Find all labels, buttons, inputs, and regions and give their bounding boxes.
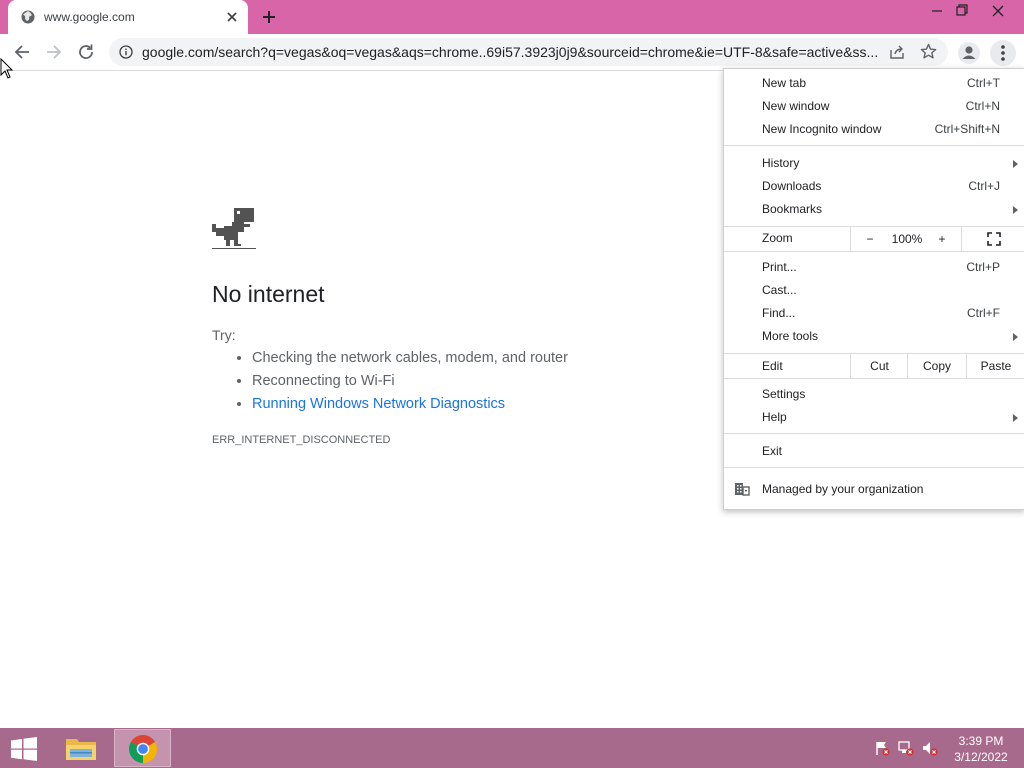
list-item: Running Windows Network Diagnostics [252,393,568,416]
address-bar[interactable]: google.com/search?q=vegas&oq=vegas&aqs=c… [109,38,948,66]
forward-arrow-icon[interactable] [44,42,64,62]
menu-item-new-tab[interactable]: New tab Ctrl+T [724,72,1024,95]
menu-item-find[interactable]: Find... Ctrl+F [724,302,1024,325]
menu-item-label: New Incognito window [762,122,882,136]
zoom-level: 100% [891,232,923,246]
action-center-flag-icon[interactable] [874,740,890,756]
zoom-row: Zoom − 100% + [724,226,1024,252]
info-icon[interactable] [119,45,133,59]
volume-muted-icon[interactable] [922,740,938,756]
copy-button[interactable]: Copy [907,354,966,378]
menu-item-shortcut: Ctrl+T [967,76,1000,90]
menu-item-label: Cast... [762,283,797,297]
menu-item-label: Downloads [762,179,822,193]
menu-item-help[interactable]: Help [724,406,1024,429]
menu-item-cast[interactable]: Cast... [724,279,1024,302]
new-tab-plus-icon[interactable] [260,8,278,26]
windows-start-icon[interactable] [10,737,38,761]
title-bar: www.google.com [0,0,1024,34]
fullscreen-button[interactable] [961,227,1024,251]
toolbar: google.com/search?q=vegas&oq=vegas&aqs=c… [0,34,1024,71]
submenu-arrow-icon [1013,206,1018,214]
cut-button[interactable]: Cut [850,354,908,378]
clock-date: 3/12/2022 [954,750,1008,764]
profile-avatar-icon[interactable] [957,41,981,65]
menu-item-shortcut: Ctrl+N [965,99,1000,113]
menu-item-new-window[interactable]: New window Ctrl+N [724,95,1024,118]
diagnostics-link[interactable]: Running Windows Network Diagnostics [252,396,505,412]
menu-item-shortcut: Ctrl+P [966,260,1000,274]
menu-item-managed-by-organization[interactable]: Managed by your organization [724,478,1024,501]
zoom-out-button[interactable]: − [850,227,889,251]
menu-item-label: New window [762,99,830,113]
taskbar: 3:39 PM 3/12/2022 [0,728,1024,768]
menu-item-label: Settings [762,387,806,401]
tab-title: www.google.com [44,10,135,24]
submenu-arrow-icon [1013,333,1018,341]
restore-icon[interactable] [945,0,979,22]
network-disconnected-icon[interactable] [898,740,914,756]
dinosaur-icon [212,208,256,249]
building-icon [735,483,750,496]
error-code: ERR_INTERNET_DISCONNECTED [212,434,391,446]
browser-tab[interactable]: www.google.com [8,0,248,34]
back-arrow-icon[interactable] [12,42,32,62]
edit-row: Edit Cut Copy Paste [724,353,1024,379]
system-clock[interactable]: 3:39 PM 3/12/2022 [950,733,1012,765]
menu-item-exit[interactable]: Exit [724,440,1024,463]
menu-divider [724,433,1024,434]
menu-item-shortcut: Ctrl+Shift+N [934,122,1000,136]
menu-item-downloads[interactable]: Downloads Ctrl+J [724,175,1024,198]
chrome-main-menu: New tab Ctrl+T New window Ctrl+N New Inc… [723,68,1024,510]
menu-item-bookmarks[interactable]: Bookmarks [724,198,1024,221]
zoom-label: Zoom [762,231,793,245]
menu-item-label: Exit [762,444,783,458]
fullscreen-icon [987,232,1001,246]
menu-item-print[interactable]: Print... Ctrl+P [724,256,1024,279]
menu-item-history[interactable]: History [724,152,1024,175]
menu-item-label: New tab [762,76,807,90]
menu-item-shortcut: Ctrl+J [968,179,1000,193]
submenu-arrow-icon [1013,160,1018,168]
menu-item-label: Print... [762,260,797,274]
menu-divider [724,145,1024,146]
menu-item-settings[interactable]: Settings [724,383,1024,406]
zoom-in-button[interactable]: + [926,227,958,251]
menu-item-label: History [762,156,800,170]
close-window-icon[interactable] [981,0,1015,22]
menu-divider [724,467,1024,468]
paste-button[interactable]: Paste [966,354,1024,378]
menu-item-shortcut: Ctrl+F [967,306,1000,320]
menu-item-label: More tools [762,329,819,343]
close-tab-icon[interactable] [224,9,240,25]
menu-item-label: Bookmarks [762,202,823,216]
more-menu-icon[interactable] [990,40,1016,66]
url-text[interactable]: google.com/search?q=vegas&oq=vegas&aqs=c… [142,44,880,60]
list-item: Checking the network cables, modem, and … [252,347,568,370]
submenu-arrow-icon [1013,414,1018,422]
mouse-cursor-icon [0,58,14,79]
menu-item-label: Managed by your organization [762,482,924,496]
menu-item-new-incognito-window[interactable]: New Incognito window Ctrl+Shift+N [724,118,1024,141]
edit-label: Edit [762,359,783,373]
error-heading: No internet [212,281,325,307]
menu-item-more-tools[interactable]: More tools [724,325,1024,348]
menu-item-label: Help [762,410,787,424]
menu-item-label: Find... [762,306,796,320]
chrome-icon [129,735,157,763]
list-item: Reconnecting to Wi-Fi [252,370,568,393]
try-label: Try: [212,327,236,343]
clock-time: 3:39 PM [958,734,1004,748]
chrome-taskbar-button[interactable] [114,729,171,767]
globe-icon [21,10,35,24]
share-icon[interactable] [889,44,905,60]
bookmark-star-icon[interactable] [920,43,937,60]
reload-icon[interactable] [76,42,96,62]
file-explorer-icon[interactable] [64,734,98,762]
suggestion-list: Checking the network cables, modem, and … [212,347,568,416]
